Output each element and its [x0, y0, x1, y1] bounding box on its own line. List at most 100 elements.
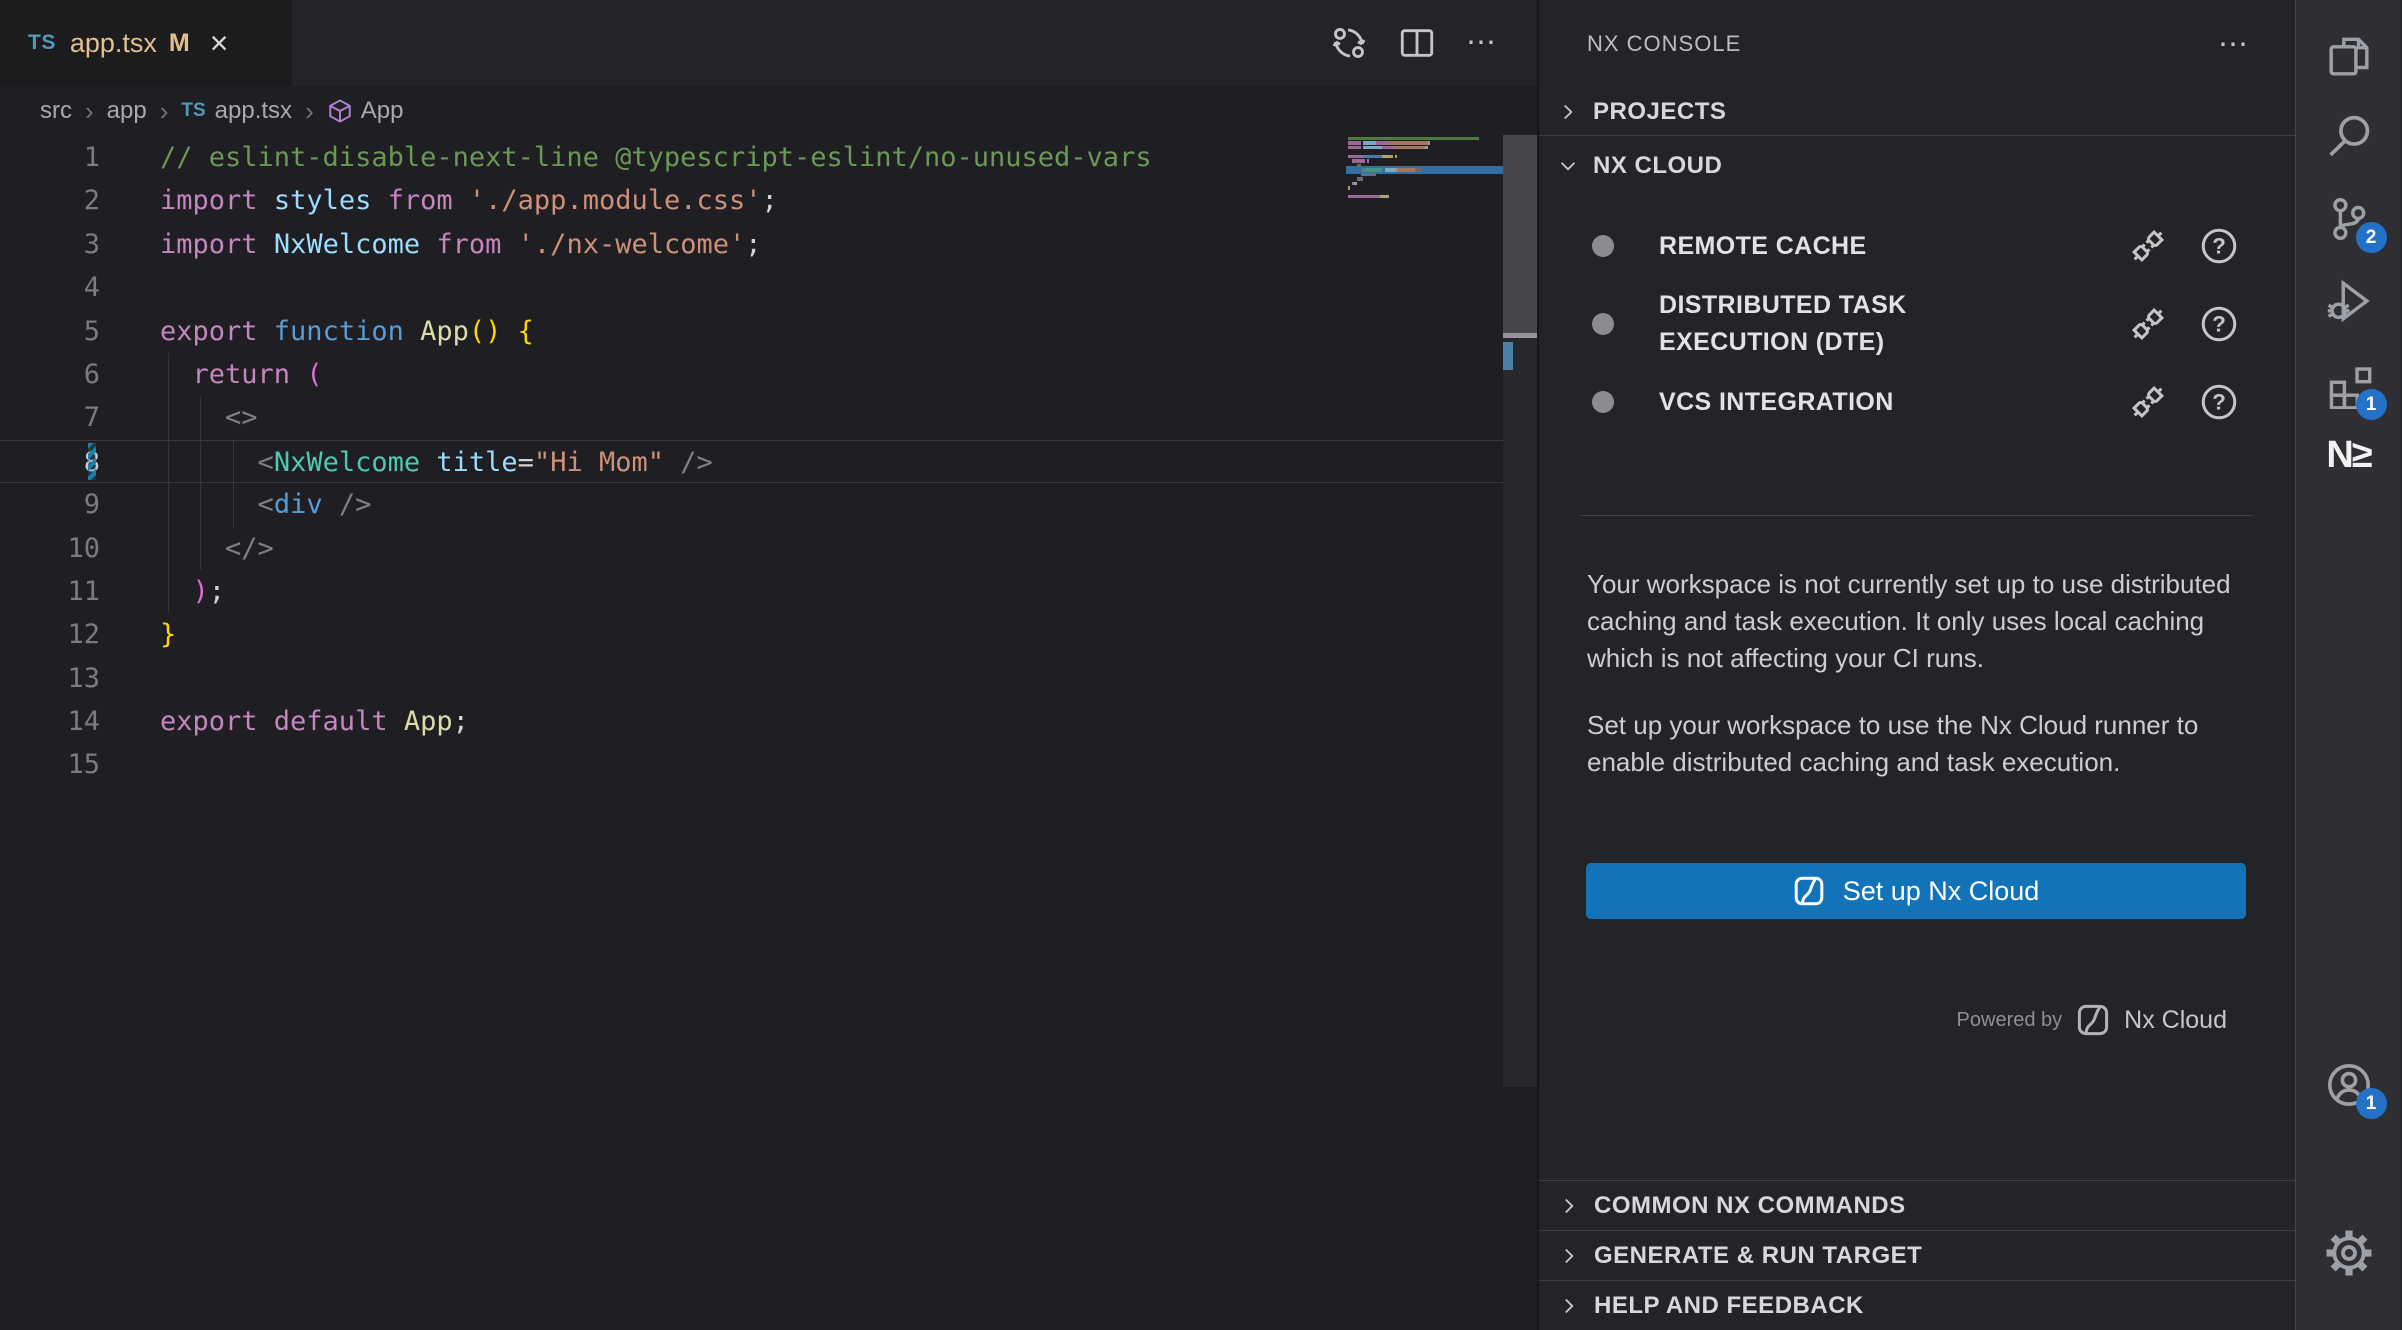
nx-feature-row[interactable]: REMOTE CACHE ?	[1539, 225, 2295, 267]
breadcrumb-separator: ›	[160, 96, 169, 127]
typescript-file-icon: TS	[28, 31, 56, 55]
accounts-icon[interactable]: 1	[2323, 1059, 2375, 1111]
nx-cloud-logo-icon	[2076, 1003, 2110, 1037]
line-number: 14	[0, 700, 135, 743]
code-text: }	[135, 613, 176, 656]
section-nx-cloud[interactable]: NX CLOUD	[1539, 136, 2295, 195]
nx-feature-actions: ?	[2127, 303, 2239, 345]
panel-section-collapsed[interactable]: COMMON NX COMMANDS	[1539, 1180, 2295, 1230]
line-number: 6	[0, 353, 135, 396]
symbol-cube-icon	[327, 98, 353, 124]
code-line[interactable]: 4	[0, 266, 1503, 309]
nx-console-icon[interactable]: N≥	[2323, 429, 2375, 481]
code-text: <div />	[135, 483, 371, 526]
code-area[interactable]: 1// eslint-disable-next-line @typescript…	[0, 136, 1503, 787]
breadcrumb-file[interactable]: app.tsx	[215, 97, 292, 125]
activity-bar: 2 1 N≥	[2295, 0, 2401, 1330]
line-number: 11	[0, 570, 135, 613]
help-icon[interactable]: ?	[2199, 382, 2239, 422]
scrollbar-slider[interactable]	[1503, 135, 1537, 333]
line-number: 1	[0, 136, 135, 179]
code-text: export default App;	[135, 700, 469, 743]
nx-feature-row[interactable]: DISTRIBUTED TASK EXECUTION (DTE) ?	[1539, 287, 2295, 361]
tab-filename: app.tsx	[70, 28, 157, 59]
divider	[1581, 515, 2253, 516]
code-line[interactable]: 14export default App;	[0, 700, 1503, 743]
breadcrumb-src[interactable]: src	[40, 97, 72, 125]
section-label: GENERATE & RUN TARGET	[1594, 1242, 1922, 1270]
setup-nx-cloud-button[interactable]: Set up Nx Cloud	[1586, 863, 2246, 919]
breadcrumb: src › app › TS app.tsx › App	[0, 86, 1537, 136]
svg-text:?: ?	[2212, 312, 2226, 337]
section-projects[interactable]: PROJECTS	[1539, 88, 2295, 136]
section-label: PROJECTS	[1593, 98, 1726, 126]
open-changes-icon[interactable]	[1330, 24, 1368, 62]
connect-plug-icon[interactable]	[2127, 381, 2169, 423]
tab-bar: TS app.tsx M × ⋯	[0, 0, 1537, 86]
tab-app-tsx[interactable]: TS app.tsx M ×	[0, 0, 292, 86]
panel-more-actions-icon[interactable]: ⋯	[2218, 27, 2251, 62]
code-line[interactable]: 7 <>	[0, 396, 1503, 439]
connect-plug-icon[interactable]	[2127, 225, 2169, 267]
powered-by-row: Powered by Nx Cloud	[1539, 1003, 2295, 1037]
code-line[interactable]: 2import styles from './app.module.css';	[0, 179, 1503, 222]
nx-feature-row[interactable]: VCS INTEGRATION ?	[1539, 381, 2295, 423]
status-dot-icon	[1592, 391, 1614, 413]
code-line[interactable]: 12}	[0, 613, 1503, 656]
code-text: </>	[135, 527, 274, 570]
chevron-right-icon	[1556, 1293, 1582, 1319]
editor-scrollbar[interactable]	[1503, 135, 1537, 1087]
chevron-right-icon	[1556, 1243, 1582, 1269]
breadcrumb-app[interactable]: app	[107, 97, 147, 125]
status-dot-icon	[1592, 313, 1614, 335]
settings-gear-icon[interactable]	[2323, 1227, 2375, 1279]
code-line[interactable]: 5export function App() {	[0, 310, 1503, 353]
code-line[interactable]: 3import NxWelcome from './nx-welcome';	[0, 223, 1503, 266]
more-actions-icon[interactable]: ⋯	[1466, 28, 1499, 58]
search-icon[interactable]	[2323, 110, 2375, 162]
line-number: 8	[0, 441, 135, 482]
explorer-icon[interactable]	[2323, 30, 2375, 82]
close-tab-icon[interactable]: ×	[210, 27, 229, 59]
run-debug-icon[interactable]	[2323, 275, 2375, 327]
workspace-status-text: Your workspace is not currently set up t…	[1587, 566, 2231, 677]
split-editor-icon[interactable]	[1398, 24, 1436, 62]
indent-guide	[168, 353, 169, 613]
connect-plug-icon[interactable]	[2127, 303, 2169, 345]
code-line[interactable]: 10 </>	[0, 527, 1503, 570]
powered-brand-text: Nx Cloud	[2124, 1006, 2227, 1035]
line-number: 3	[0, 223, 135, 266]
code-line[interactable]: 9 <div />	[0, 483, 1503, 526]
breadcrumb-symbol[interactable]: App	[361, 97, 404, 125]
chevron-right-icon	[1556, 1193, 1582, 1219]
help-icon[interactable]: ?	[2199, 226, 2239, 266]
code-text: import NxWelcome from './nx-welcome';	[135, 223, 762, 266]
breadcrumb-separator: ›	[305, 96, 314, 127]
code-line[interactable]: 13	[0, 657, 1503, 700]
status-dot-icon	[1592, 235, 1614, 257]
overview-ruler-line	[1503, 333, 1537, 338]
line-number: 7	[0, 396, 135, 439]
chevron-down-icon	[1555, 153, 1581, 179]
code-line[interactable]: 11 );	[0, 570, 1503, 613]
nx-feature-actions: ?	[2127, 381, 2239, 423]
powered-by-text: Powered by	[1957, 1009, 2063, 1032]
section-label: HELP AND FEEDBACK	[1594, 1292, 1864, 1320]
code-line[interactable]: 15	[0, 743, 1503, 786]
code-line[interactable]: 8 <NxWelcome title="Hi Mom" />	[0, 440, 1503, 483]
nx-cloud-feature-list: REMOTE CACHE ? DISTRIBUTED TASK EXECUTIO…	[1539, 225, 2295, 423]
setup-button-label: Set up Nx Cloud	[1843, 876, 2040, 907]
panel-section-collapsed[interactable]: GENERATE & RUN TARGET	[1539, 1230, 2295, 1280]
code-line[interactable]: 1// eslint-disable-next-line @typescript…	[0, 136, 1503, 179]
indent-guide	[233, 440, 234, 527]
minimap[interactable]	[1348, 137, 1503, 204]
source-control-icon[interactable]: 2	[2323, 193, 2375, 245]
code-text: return (	[135, 353, 323, 396]
nx-logo: N≥	[2326, 434, 2370, 477]
extensions-icon[interactable]: 1	[2323, 360, 2375, 412]
help-icon[interactable]: ?	[2199, 304, 2239, 344]
panel-section-collapsed[interactable]: HELP AND FEEDBACK	[1539, 1280, 2295, 1330]
code-text: <>	[135, 396, 258, 439]
editor-actions: ⋯	[1330, 0, 1537, 86]
code-line[interactable]: 6 return (	[0, 353, 1503, 396]
